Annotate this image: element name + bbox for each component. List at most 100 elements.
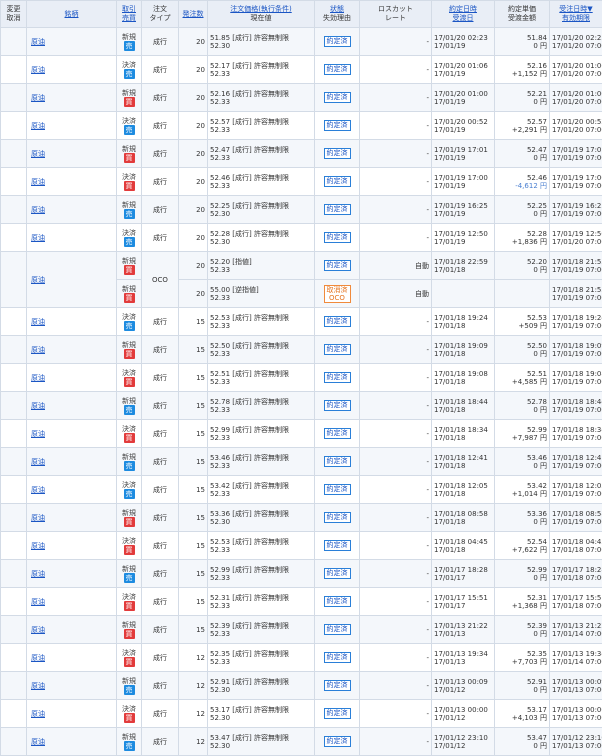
price-cell: 52.50 [成行] 許容無制限52.33 [208, 336, 315, 364]
instrument-link[interactable]: 原油 [31, 94, 45, 102]
instrument-link[interactable]: 原油 [31, 276, 45, 284]
exec-cell: 53.460 円 [495, 448, 550, 476]
instrument-link[interactable]: 原油 [31, 598, 45, 606]
exec-date-cell: 17/01/20 01:0017/01/19 [432, 84, 495, 112]
name-cell[interactable]: 原油 [27, 616, 117, 644]
name-cell[interactable]: 原油 [27, 392, 117, 420]
name-cell[interactable]: 原油 [27, 28, 117, 56]
table-body: 原油新規売成行2051.85 [成行] 許容無制限52.30約定済-17/01/… [1, 28, 602, 756]
table-row: 原油決済売成行1552.53 [成行] 許容無制限52.33約定済-17/01/… [1, 308, 602, 336]
sort-price-link[interactable]: 注文価格(執行条件) [230, 5, 291, 13]
sort-name-link[interactable]: 銘柄 [65, 10, 79, 18]
name-cell[interactable]: 原油 [27, 728, 117, 756]
status-text: 約定済 [327, 261, 348, 269]
order-qty: 15 [196, 486, 205, 494]
instrument-link[interactable]: 原油 [31, 458, 45, 466]
qty-cell: 15 [179, 448, 208, 476]
instrument-link[interactable]: 原油 [31, 626, 45, 634]
instrument-link[interactable]: 原油 [31, 178, 45, 186]
sort-recv-link[interactable]: 受注日時▼ [559, 5, 592, 13]
instrument-link[interactable]: 原油 [31, 430, 45, 438]
name-cell[interactable]: 原油 [27, 112, 117, 140]
instrument-link[interactable]: 原油 [31, 38, 45, 46]
name-cell[interactable]: 原油 [27, 588, 117, 616]
name-cell[interactable]: 原油 [27, 168, 117, 196]
name-cell[interactable]: 原油 [27, 56, 117, 84]
instrument-link[interactable]: 原油 [31, 514, 45, 522]
name-cell[interactable]: 原油 [27, 84, 117, 112]
instrument-link[interactable]: 原油 [31, 122, 45, 130]
header-price[interactable]: 注文価格(執行条件)現在値 [208, 1, 315, 28]
instrument-link[interactable]: 原油 [31, 206, 45, 214]
name-cell[interactable]: 原油 [27, 448, 117, 476]
instrument-link[interactable]: 原油 [31, 570, 45, 578]
settle-amount: +1,014 円 [512, 490, 547, 498]
name-cell[interactable]: 原油 [27, 308, 117, 336]
header-status[interactable]: 状態失効理由 [315, 1, 360, 28]
name-cell[interactable]: 原油 [27, 196, 117, 224]
received-date: 17/01/12 23:10 [552, 734, 602, 742]
settle-amount: +1,152 円 [512, 70, 547, 78]
instrument-link[interactable]: 原油 [31, 654, 45, 662]
order-qty: 20 [196, 178, 205, 186]
header-recv[interactable]: 受注日時▼有効期限 [550, 1, 602, 28]
sort-side-link[interactable]: 取引 [122, 5, 136, 13]
sort-settle-link[interactable]: 受渡日 [453, 14, 474, 22]
name-cell[interactable]: 原油 [27, 672, 117, 700]
status-badge: 取消済OCO [324, 285, 351, 303]
sort-qty-link[interactable]: 発注数 [183, 10, 204, 18]
change-cell [1, 700, 27, 728]
name-cell[interactable]: 原油 [27, 252, 117, 308]
side-cell: 決済売 [117, 476, 142, 504]
sort-date-link[interactable]: 約定日時 [449, 5, 477, 13]
exec-price: 52.47 [527, 146, 547, 154]
trade-kind: 決済 [119, 117, 139, 125]
name-cell[interactable]: 原油 [27, 532, 117, 560]
instrument-link[interactable]: 原油 [31, 150, 45, 158]
header-side[interactable]: 取引売買 [117, 1, 142, 28]
instrument-link[interactable]: 原油 [31, 346, 45, 354]
instrument-link[interactable]: 原油 [31, 374, 45, 382]
header-name[interactable]: 銘柄 [27, 1, 117, 28]
instrument-link[interactable]: 原油 [31, 486, 45, 494]
instrument-link[interactable]: 原油 [31, 234, 45, 242]
instrument-link[interactable]: 原油 [31, 738, 45, 746]
exec-cell [495, 280, 550, 308]
order-price: 55.00 [逆指値] [210, 286, 259, 294]
instrument-link[interactable]: 原油 [31, 66, 45, 74]
name-cell[interactable]: 原油 [27, 504, 117, 532]
sort-side-link-2[interactable]: 売買 [122, 14, 136, 22]
name-cell[interactable]: 原油 [27, 476, 117, 504]
name-cell[interactable]: 原油 [27, 140, 117, 168]
name-cell[interactable]: 原油 [27, 700, 117, 728]
settle-date: 17/01/19 [434, 238, 465, 246]
name-cell[interactable]: 原油 [27, 364, 117, 392]
name-cell[interactable]: 原油 [27, 560, 117, 588]
name-cell[interactable]: 原油 [27, 644, 117, 672]
exec-price: 53.46 [527, 454, 547, 462]
order-price: 52.51 [成行] 許容無制限 [210, 370, 289, 378]
change-cell [1, 336, 27, 364]
sort-expiry-link[interactable]: 有効期限 [562, 14, 590, 22]
exec-cell: 51.840 円 [495, 28, 550, 56]
table-row: 原油決済売成行2052.17 [成行] 許容無制限52.33約定済-17/01/… [1, 56, 602, 84]
sort-status-link[interactable]: 状態 [330, 5, 344, 13]
instrument-link[interactable]: 原油 [31, 682, 45, 690]
status-badge: 約定済 [324, 148, 351, 159]
order-qty: 15 [196, 514, 205, 522]
instrument-link[interactable]: 原油 [31, 710, 45, 718]
name-cell[interactable]: 原油 [27, 224, 117, 252]
instrument-link[interactable]: 原油 [31, 318, 45, 326]
instrument-link[interactable]: 原油 [31, 542, 45, 550]
header-date[interactable]: 約定日時受渡日 [432, 1, 495, 28]
name-cell[interactable]: 原油 [27, 420, 117, 448]
header-qty[interactable]: 発注数 [179, 1, 208, 28]
current-price: 52.33 [210, 546, 230, 554]
exec-cell: 52.54+7,622 円 [495, 532, 550, 560]
exec-cell: 53.42+1,014 円 [495, 476, 550, 504]
name-cell[interactable]: 原油 [27, 336, 117, 364]
instrument-link[interactable]: 原油 [31, 402, 45, 410]
type-cell: 成行 [142, 504, 179, 532]
header-exec-line1: 約定単価 [508, 5, 536, 13]
exec-date-cell: 17/01/12 23:1017/01/12 [432, 728, 495, 756]
